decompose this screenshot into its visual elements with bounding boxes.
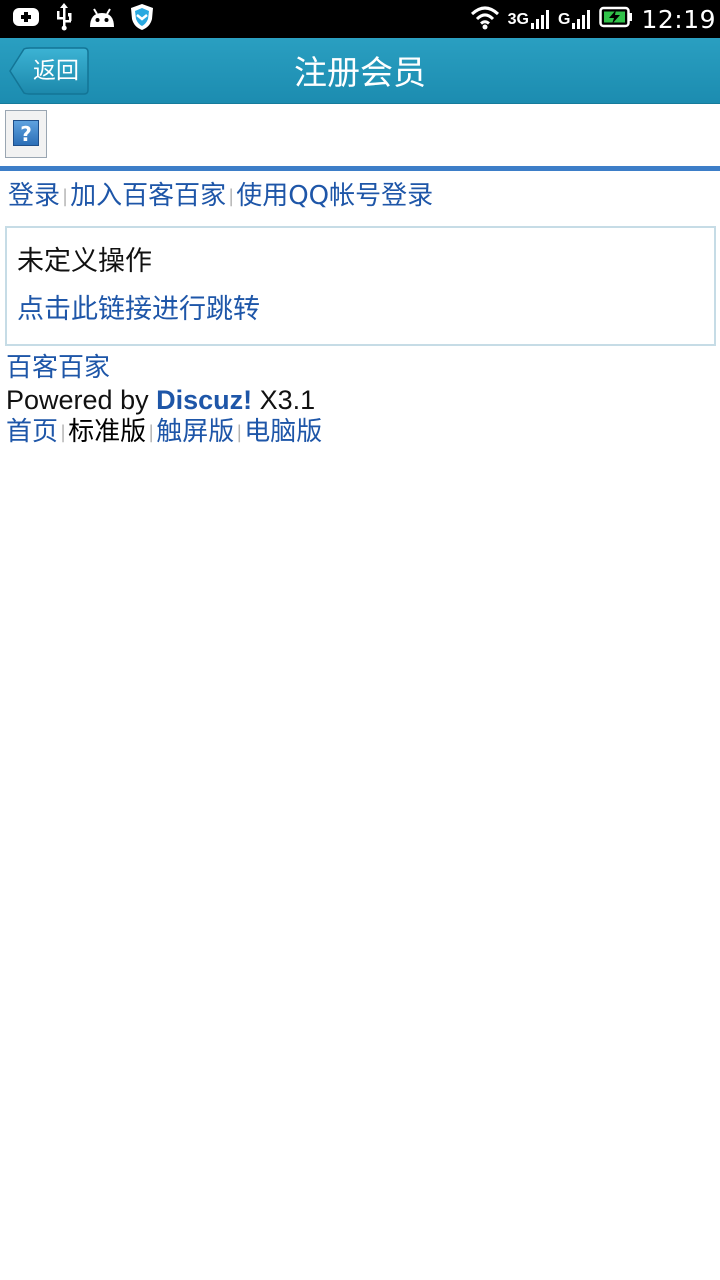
signal-icon — [531, 10, 549, 29]
page-title: 注册会员 — [294, 53, 426, 92]
separator: | — [62, 186, 69, 207]
desktop-version-link[interactable]: 电脑版 — [244, 417, 322, 447]
question-mark-icon: ? — [13, 120, 39, 146]
separator: | — [148, 422, 155, 443]
powered-prefix: Powered by — [6, 385, 149, 415]
standard-version-current: 标准版 — [68, 417, 147, 447]
auth-nav: 登录 |加入百客百家 |使用QQ帐号登录 — [8, 177, 433, 215]
broken-image-icon: ? — [5, 110, 47, 158]
separator: | — [60, 422, 67, 443]
wifi-icon — [470, 4, 500, 34]
battery-charging-icon — [599, 6, 633, 32]
network-type-label: 3G — [507, 11, 529, 28]
home-link[interactable]: 首页 — [6, 417, 58, 447]
status-right-icons: 3G G 12:19 — [470, 4, 716, 34]
logo-area: ? — [0, 104, 720, 166]
site-name-link[interactable]: 百客百家 — [6, 353, 110, 383]
status-left-icons — [12, 3, 154, 35]
network-type-label-2: G — [558, 11, 571, 28]
separator: | — [228, 186, 235, 207]
android-debug-icon — [88, 5, 116, 33]
header-divider — [0, 166, 720, 171]
status-bar: 3G G 12:19 — [0, 0, 720, 38]
footer-links: 首页 |标准版 |触屏版 |电脑版 — [6, 416, 706, 449]
login-link[interactable]: 登录 — [8, 181, 60, 211]
message-box: 未定义操作 点击此链接进行跳转 — [5, 226, 716, 346]
add-notification-icon — [12, 5, 40, 33]
message-text: 未定义操作 — [17, 246, 152, 277]
network-g: G — [558, 9, 591, 29]
signal-icon-2 — [572, 10, 591, 29]
back-button[interactable]: 返回 — [8, 47, 89, 95]
discuz-link[interactable]: Discuz! — [156, 385, 252, 415]
usb-icon — [54, 3, 74, 35]
title-bar: 返回 注册会员 — [0, 38, 720, 104]
powered-by: Powered by Discuz! X3.1 — [6, 384, 706, 416]
footer: 百客百家 Powered by Discuz! X3.1 首页 |标准版 |触屏版 |… — [6, 352, 706, 449]
status-time: 12:19 — [641, 4, 716, 34]
join-link[interactable]: 加入百客百家 — [70, 181, 226, 211]
touch-version-link[interactable]: 触屏版 — [156, 417, 234, 447]
separator: | — [236, 422, 243, 443]
version-text: X3.1 — [259, 385, 316, 415]
back-label: 返回 — [33, 58, 79, 84]
qq-login-link[interactable]: 使用QQ帐号登录 — [236, 181, 433, 211]
security-shield-icon — [130, 3, 154, 35]
network-3g: 3G — [508, 9, 550, 29]
redirect-link[interactable]: 点击此链接进行跳转 — [17, 290, 260, 330]
